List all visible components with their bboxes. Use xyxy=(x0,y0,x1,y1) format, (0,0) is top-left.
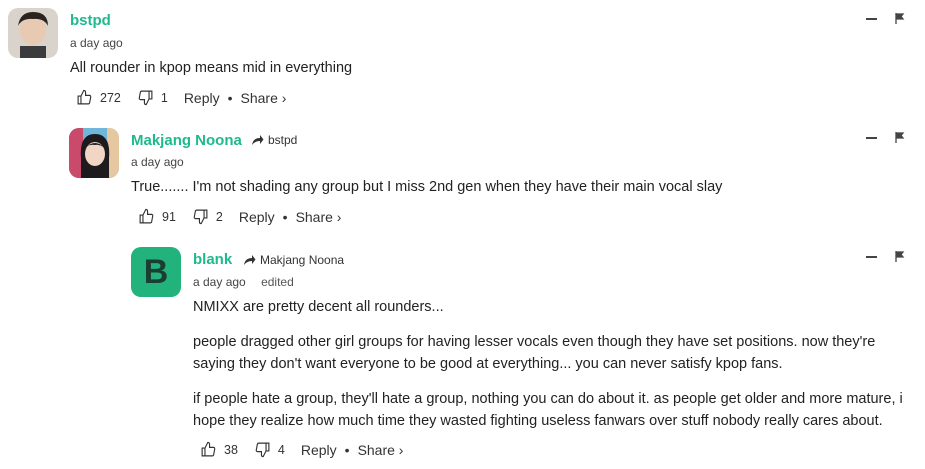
thumbs-up-icon[interactable] xyxy=(76,89,93,106)
comment-body: NMIXX are pretty decent all rounders... … xyxy=(193,296,903,445)
collapse-icon[interactable] xyxy=(866,255,877,258)
edited-label: edited xyxy=(261,275,294,289)
comment-author[interactable]: blank xyxy=(193,251,232,268)
comment-controls xyxy=(866,13,905,24)
comment-body: All rounder in kpop means mid in everyth… xyxy=(70,57,352,92)
thumbs-up-icon[interactable] xyxy=(138,208,155,225)
user-photo-icon xyxy=(8,8,58,58)
dislike-count: 2 xyxy=(215,209,223,224)
comment-actions: 38 4 Reply • Share › xyxy=(200,441,403,458)
comment-actions: 91 2 Reply • Share › xyxy=(138,208,341,225)
avatar[interactable]: B xyxy=(131,247,181,297)
comment-timestamp[interactable]: a day ago edited xyxy=(193,275,294,289)
timestamp-text[interactable]: a day ago xyxy=(131,155,184,169)
comment-body: True....... I'm not shading any group bu… xyxy=(131,176,722,211)
comment-controls xyxy=(866,251,905,262)
comment-paragraph: people dragged other girl groups for hav… xyxy=(193,334,876,372)
separator-dot: • xyxy=(227,89,233,106)
reply-button[interactable]: Reply xyxy=(239,209,275,225)
comment-paragraph: All rounder in kpop means mid in everyth… xyxy=(70,60,353,76)
comment-paragraph: True....... I'm not shading any group bu… xyxy=(131,179,723,195)
share-button[interactable]: Share › xyxy=(296,209,342,225)
comment-author[interactable]: Makjang Noona xyxy=(131,132,242,149)
avatar-letter: B xyxy=(143,252,169,291)
reply-button[interactable]: Reply xyxy=(301,442,337,458)
user-photo-icon xyxy=(69,128,119,178)
collapse-icon[interactable] xyxy=(866,136,877,139)
like-count: 38 xyxy=(224,442,238,457)
separator-dot: • xyxy=(344,441,350,458)
reply-to-indicator[interactable]: Makjang Noona xyxy=(243,253,344,267)
comment-author[interactable]: bstpd xyxy=(70,12,111,29)
dislike-count: 1 xyxy=(160,90,168,105)
dislike-count: 4 xyxy=(277,442,285,457)
comment-paragraph: if people hate a group, they'll hate a g… xyxy=(193,391,903,429)
thumbs-down-icon[interactable] xyxy=(137,89,154,106)
flag-icon[interactable] xyxy=(895,132,905,143)
comment-actions: 272 1 Reply • Share › xyxy=(76,89,286,106)
reply-to-name[interactable]: Makjang Noona xyxy=(260,253,344,267)
separator-dot: • xyxy=(282,208,288,225)
reply-button[interactable]: Reply xyxy=(184,90,220,106)
flag-icon[interactable] xyxy=(895,13,905,24)
timestamp-text[interactable]: a day ago xyxy=(70,36,123,50)
reply-arrow-icon xyxy=(252,135,264,145)
thumbs-up-icon[interactable] xyxy=(200,441,217,458)
comment-controls xyxy=(866,132,905,143)
like-count: 91 xyxy=(162,209,176,224)
thumbs-down-icon[interactable] xyxy=(254,441,271,458)
collapse-icon[interactable] xyxy=(866,17,877,20)
reply-to-name[interactable]: bstpd xyxy=(268,133,297,147)
avatar[interactable] xyxy=(8,8,58,58)
comment-timestamp[interactable]: a day ago xyxy=(70,36,123,50)
timestamp-text[interactable]: a day ago xyxy=(193,275,246,289)
flag-icon[interactable] xyxy=(895,251,905,262)
reply-to-indicator[interactable]: bstpd xyxy=(251,133,297,147)
avatar[interactable] xyxy=(69,128,119,178)
like-count: 272 xyxy=(100,90,121,105)
thumbs-down-icon[interactable] xyxy=(192,208,209,225)
comment-timestamp[interactable]: a day ago xyxy=(131,155,184,169)
comment-paragraph: NMIXX are pretty decent all rounders... xyxy=(193,299,444,315)
share-button[interactable]: Share › xyxy=(241,90,287,106)
share-button[interactable]: Share › xyxy=(358,442,404,458)
reply-arrow-icon xyxy=(244,255,256,265)
